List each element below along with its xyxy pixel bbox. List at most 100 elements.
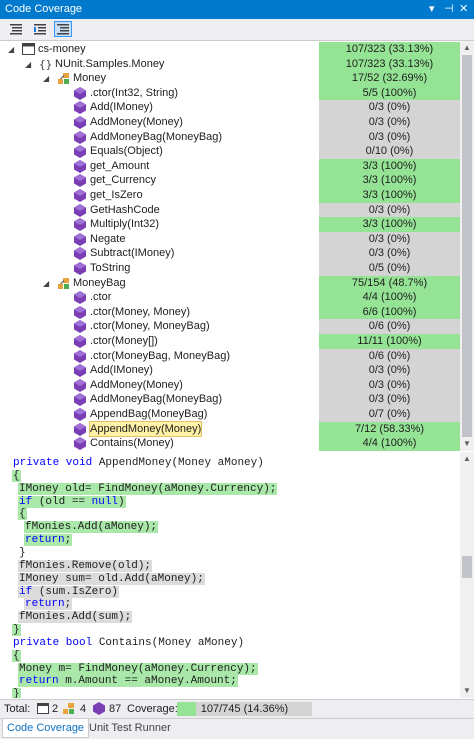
tree-scrollbar[interactable]: ▲ ▼ xyxy=(460,41,474,451)
collapse-arrow-icon[interactable]: ◢ xyxy=(43,279,49,288)
code-editor[interactable]: private void AppendMoney(Money aMoney){I… xyxy=(0,452,460,698)
code-line: IMoney sum= old.Add(aMoney); xyxy=(18,572,205,586)
tree-row[interactable]: Multiply(Int32) 3/3 (100%) xyxy=(0,217,460,232)
tree-row[interactable]: ◢ Money 17/52 (32.69%) xyxy=(0,71,460,86)
code-line: } xyxy=(18,547,27,560)
dropdown-icon[interactable]: ▾ xyxy=(429,2,435,15)
tree-row-label: .ctor(MoneyBag, MoneyBag) xyxy=(90,349,231,362)
tree-row[interactable]: AddMoney(Money) 0/3 (0%) xyxy=(0,115,460,130)
coverage-cell: 6/6 (100%) xyxy=(319,304,460,320)
tree-row[interactable]: Equals(Object) 0/10 (0%) xyxy=(0,144,460,159)
collapse-arrow-icon[interactable]: ◢ xyxy=(43,74,49,83)
editor-scroll-thumb[interactable] xyxy=(462,556,472,578)
coverage-cell: 0/10 (0%) xyxy=(319,144,460,159)
coverage-cell: 3/3 (100%) xyxy=(319,188,460,203)
tree-row[interactable]: ◢ {} NUnit.Samples.Money 107/323 (33.13%) xyxy=(0,56,460,72)
tree-row[interactable]: .ctor(MoneyBag, MoneyBag) 0/6 (0%) xyxy=(0,348,460,364)
code-line: { xyxy=(12,469,21,483)
coverage-cell: 0/3 (0%) xyxy=(319,129,460,145)
coverage-tree[interactable]: ◢ cs-money 107/323 (33.13%) ◢ {} NUnit.Sample… xyxy=(0,41,460,451)
code-line: Money m= FindMoney(aMoney.Currency); xyxy=(18,662,258,676)
collapse-all-icon xyxy=(10,24,22,35)
code-text: m.Amount == aMoney.Amount; xyxy=(65,675,237,688)
code-text: { xyxy=(13,469,20,482)
tree-row[interactable]: .ctor(Money, MoneyBag) 0/6 (0%) xyxy=(0,319,460,334)
code-text: { xyxy=(13,649,20,662)
code-line: if (sum.IsZero) xyxy=(18,585,120,599)
total-label: Total: xyxy=(4,703,31,715)
code-keyword: private bool xyxy=(13,636,99,649)
tree-row-label: Add(IMoney) xyxy=(90,101,153,114)
code-line: fMonies.Add(sum); xyxy=(18,611,133,624)
tree-row-label: get_Currency xyxy=(90,174,157,187)
tree-row[interactable]: ToString 0/5 (0%) xyxy=(0,261,460,276)
tree-row[interactable]: Contains(Money) 4/4 (100%) xyxy=(0,436,460,451)
tree-row-label: AddMoneyBag(MoneyBag) xyxy=(90,393,223,406)
tab-unit-test-runner[interactable]: Unit Test Runner xyxy=(89,722,171,734)
collapse-arrow-icon[interactable]: ◢ xyxy=(25,60,31,69)
tree-row[interactable]: get_Amount 3/3 (100%) xyxy=(0,158,460,174)
code-text: fMonies.Add(aMoney); xyxy=(25,521,158,534)
coverage-cell: 0/3 (0%) xyxy=(319,100,460,115)
tree-row[interactable]: Add(IMoney) 0/3 (0%) xyxy=(0,363,460,378)
tree-row[interactable]: AddMoneyBag(MoneyBag) 0/3 (0%) xyxy=(0,392,460,407)
tree-scroll-thumb[interactable] xyxy=(462,55,472,437)
tree-row[interactable]: ◢ cs-money 107/323 (33.13%) xyxy=(0,42,460,57)
highlight-code-toggle[interactable] xyxy=(54,21,72,37)
coverage-cell: 3/3 (100%) xyxy=(319,173,460,188)
method-icon xyxy=(93,702,105,718)
tree-row[interactable]: .ctor(Int32, String) 5/5 (100%) xyxy=(0,85,460,101)
tree-row[interactable]: get_IsZero 3/3 (100%) xyxy=(0,188,460,203)
total-coverage-value: 107/745 (14.36%) xyxy=(200,703,289,715)
collapse-arrow-icon[interactable]: ◢ xyxy=(8,45,14,54)
code-keyword: null xyxy=(91,495,119,508)
code-text: AppendMoney(Money aMoney) xyxy=(98,457,264,469)
svg-text:{}: {} xyxy=(39,58,52,70)
code-text: IMoney old= FindMoney(aMoney.Currency); xyxy=(19,482,277,495)
tree-row[interactable]: AppendBag(MoneyBag) 0/7 (0%) xyxy=(0,407,460,422)
code-line: private bool Contains(Money aMoney) xyxy=(12,637,245,650)
close-icon[interactable]: ✕ xyxy=(459,2,468,15)
tree-row[interactable]: Add(IMoney) 0/3 (0%) xyxy=(0,100,460,115)
tree-row-label: AppendMoney(Money) xyxy=(88,420,203,438)
tree-row[interactable]: .ctor 4/4 (100%) xyxy=(0,290,460,305)
tree-row-label: AddMoney(Money) xyxy=(90,378,183,391)
code-line: return; xyxy=(24,534,73,547)
tree-row[interactable]: .ctor(Money, Money) 6/6 (100%) xyxy=(0,304,460,320)
tree-row[interactable]: GetHashCode 0/3 (0%) xyxy=(0,202,460,218)
tree-row[interactable]: AppendMoney(Money) 7/12 (58.33%) xyxy=(0,420,460,438)
scroll-down-icon[interactable]: ▼ xyxy=(463,686,471,695)
tree-row[interactable]: AddMoney(Money) 0/3 (0%) xyxy=(0,377,460,393)
tab-code-coverage[interactable]: Code Coverage xyxy=(2,719,90,738)
tree-row[interactable]: .ctor(Money[]) 11/11 (100%) xyxy=(0,334,460,349)
expand-all-button[interactable] xyxy=(31,21,49,37)
editor-scrollbar[interactable]: ▲ ▼ xyxy=(460,452,474,698)
method-icon xyxy=(74,437,86,451)
collapse-all-button[interactable] xyxy=(7,21,25,37)
code-line: IMoney old= FindMoney(aMoney.Currency); xyxy=(18,482,278,496)
code-line: } xyxy=(12,688,21,698)
code-text: Money m= FindMoney(aMoney.Currency); xyxy=(19,662,257,675)
tree-row-label: .ctor(Money[]) xyxy=(90,335,158,347)
code-text: (old == xyxy=(38,495,92,508)
tree-row[interactable]: ◢ MoneyBag 75/154 (48.7%) xyxy=(0,275,460,291)
tree-row-label: Add(IMoney) xyxy=(90,364,153,377)
tree-row[interactable]: Negate 0/3 (0%) xyxy=(0,231,460,247)
scroll-up-icon[interactable]: ▲ xyxy=(463,43,471,52)
code-line: fMonies.Add(aMoney); xyxy=(24,521,159,534)
tree-row-label: MoneyBag xyxy=(73,276,126,289)
scroll-down-icon[interactable]: ▼ xyxy=(463,439,471,448)
scroll-up-icon[interactable]: ▲ xyxy=(463,454,471,463)
code-line: private void AppendMoney(Money aMoney) xyxy=(12,457,265,470)
coverage-cell: 4/4 (100%) xyxy=(319,290,460,305)
tree-row[interactable]: Subtract(IMoney) 0/3 (0%) xyxy=(0,246,460,261)
tree-row[interactable]: get_Currency 3/3 (100%) xyxy=(0,173,460,188)
tree-row-label: Equals(Object) xyxy=(90,145,163,158)
coverage-cell: 0/3 (0%) xyxy=(319,246,460,261)
tool-window-tabs: Code Coverage Unit Test Runner xyxy=(0,718,474,739)
tree-row[interactable]: AddMoneyBag(MoneyBag) 0/3 (0%) xyxy=(0,129,460,145)
tree-row-label: get_Amount xyxy=(90,159,150,172)
code-keyword: return xyxy=(19,675,66,688)
pin-icon[interactable]: ⊣ xyxy=(444,2,454,15)
expand-all-icon xyxy=(34,24,46,35)
